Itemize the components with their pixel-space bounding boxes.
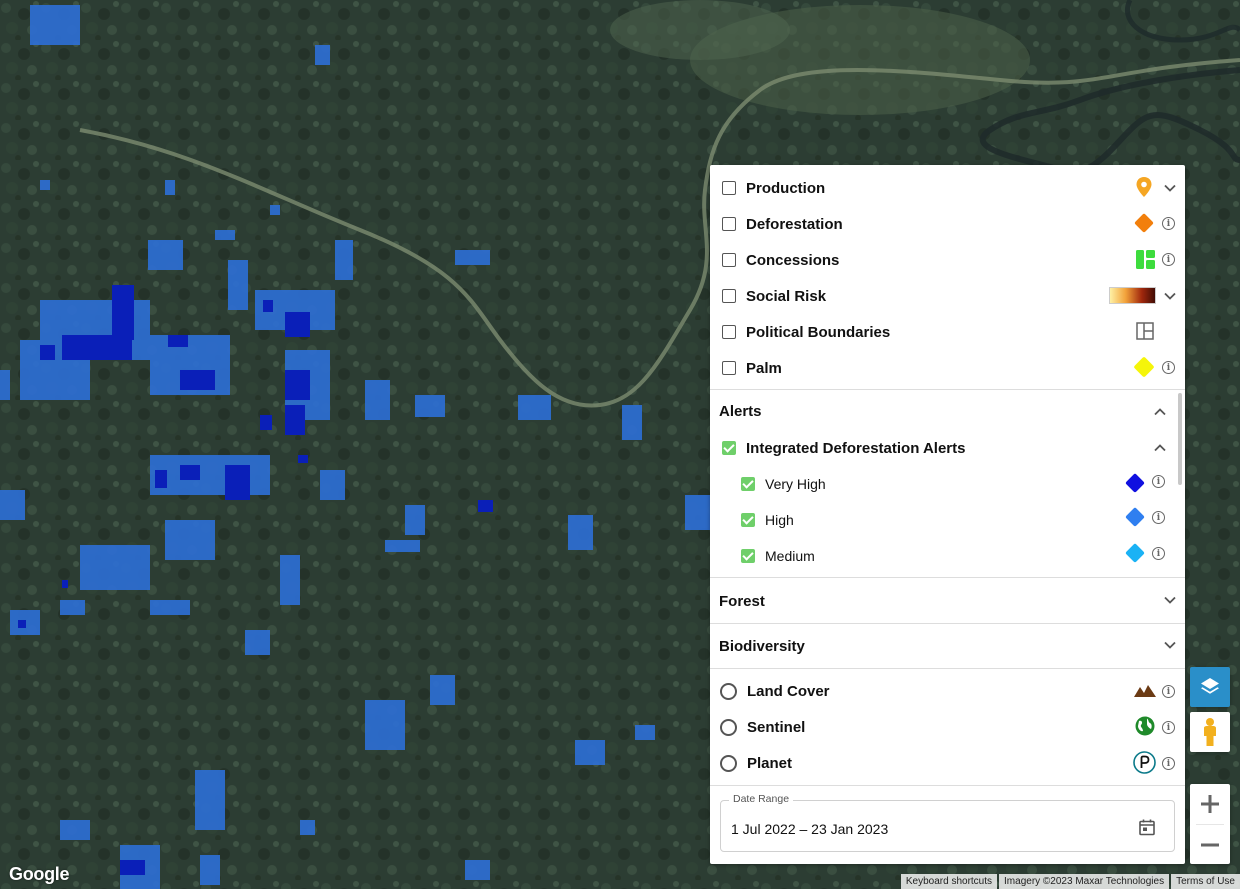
medium-label: Medium <box>765 548 815 564</box>
social-risk-checkbox[interactable] <box>722 289 736 303</box>
palm-info-icon[interactable]: i <box>1162 361 1175 374</box>
very-high-diamond-icon <box>1125 473 1145 493</box>
alert-level-very-high[interactable]: Very High <box>710 466 1185 502</box>
medium-diamond-icon <box>1125 543 1145 563</box>
layer-row-palm[interactable]: Palm <box>710 350 1185 386</box>
layers-icon <box>1201 678 1219 694</box>
zoom-in-button[interactable] <box>1190 784 1230 824</box>
google-logo: Google <box>9 864 70 884</box>
yellow-diamond-icon <box>1134 357 1154 377</box>
planet-radio[interactable] <box>720 754 737 772</box>
planet-info-icon[interactable]: i <box>1162 757 1175 770</box>
political-boundaries-checkbox[interactable] <box>722 325 736 339</box>
alert-group-integrated[interactable]: Integrated Deforestation Alerts <box>710 430 1185 466</box>
high-label: High <box>765 512 794 528</box>
planet-p-icon <box>1133 751 1156 774</box>
medium-info-icon[interactable]: i <box>1152 547 1165 560</box>
gradient-scale-icon <box>1109 287 1156 304</box>
sentinel-label: Sentinel <box>747 718 806 736</box>
production-checkbox[interactable] <box>722 181 736 195</box>
alerts-scrollbar-thumb[interactable] <box>1178 393 1182 485</box>
orange-pin-icon <box>1136 177 1152 197</box>
layer-label-palm: Palm <box>746 359 782 377</box>
layer-row-production[interactable]: Production <box>710 170 1185 206</box>
alerts-chevron-up-icon[interactable] <box>1153 405 1167 419</box>
production-chevron-down-icon[interactable] <box>1163 181 1177 195</box>
zoom-control <box>1190 784 1230 864</box>
land-cover-radio[interactable] <box>720 682 737 700</box>
layers-panel: Production Deforestation i Concessions i… <box>710 165 1185 864</box>
palm-checkbox[interactable] <box>722 361 736 375</box>
divider <box>710 389 1185 390</box>
planet-label: Planet <box>747 754 793 772</box>
deforestation-info-icon[interactable]: i <box>1162 217 1175 230</box>
date-range-label: Date Range <box>729 793 794 805</box>
alerts-title: Alerts <box>719 403 762 420</box>
basemap-row-land-cover[interactable]: Land Cover <box>710 673 1185 709</box>
green-blocks-icon <box>1136 250 1155 269</box>
biodiversity-title: Biodiversity <box>719 638 805 655</box>
minus-icon <box>1201 843 1219 847</box>
imagery-credit: Imagery ©2023 Maxar Technologies <box>999 874 1170 889</box>
map-attribution: Keyboard shortcuts Imagery ©2023 Maxar T… <box>899 874 1240 889</box>
basemap-row-planet[interactable]: Planet <box>710 745 1185 781</box>
terms-of-use-link[interactable]: Terms of Use <box>1171 874 1240 889</box>
pegman-icon <box>1204 718 1216 746</box>
land-cover-info-icon[interactable]: i <box>1162 685 1175 698</box>
biodiversity-section-header[interactable]: Biodiversity <box>710 628 1185 664</box>
sentinel-info-icon[interactable]: i <box>1162 721 1175 734</box>
mountains-icon <box>1134 685 1156 697</box>
basemap-row-sentinel[interactable]: Sentinel <box>710 709 1185 745</box>
high-checkbox[interactable] <box>741 513 755 527</box>
alert-level-medium[interactable]: Medium <box>710 538 1185 574</box>
divider <box>710 577 1185 578</box>
very-high-info-icon[interactable]: i <box>1152 475 1165 488</box>
alerts-section-header[interactable]: Alerts <box>710 393 1185 429</box>
forest-title: Forest <box>719 593 765 610</box>
deforestation-checkbox[interactable] <box>722 217 736 231</box>
alert-level-high[interactable]: High <box>710 502 1185 538</box>
sentinel-radio[interactable] <box>720 718 737 736</box>
layer-row-deforestation[interactable]: Deforestation <box>710 206 1185 242</box>
high-diamond-icon <box>1125 507 1145 527</box>
forest-section-header[interactable]: Forest <box>710 583 1185 619</box>
layer-row-concessions[interactable]: Concessions <box>710 242 1185 278</box>
layer-label-concessions: Concessions <box>746 251 840 269</box>
divider <box>710 785 1185 786</box>
layer-label-deforestation: Deforestation <box>746 215 843 233</box>
calendar-icon[interactable] <box>1138 818 1156 836</box>
layer-row-political-boundaries[interactable]: Political Boundaries <box>710 314 1185 350</box>
zoom-out-button[interactable] <box>1190 825 1230 865</box>
concessions-info-icon[interactable]: i <box>1162 253 1175 266</box>
layer-label-political-boundaries: Political Boundaries <box>746 323 891 341</box>
integrated-alerts-chevron-up-icon[interactable] <box>1153 441 1167 455</box>
very-high-checkbox[interactable] <box>741 477 755 491</box>
date-range-field[interactable]: Date Range 1 Jul 2022 – 23 Jan 2023 <box>720 793 1175 852</box>
plus-icon <box>1201 795 1219 813</box>
layer-label-production: Production <box>746 179 826 197</box>
integrated-alerts-label: Integrated Deforestation Alerts <box>746 439 966 457</box>
date-range-value[interactable]: 1 Jul 2022 – 23 Jan 2023 <box>731 821 888 837</box>
very-high-label: Very High <box>765 476 826 492</box>
high-info-icon[interactable]: i <box>1152 511 1165 524</box>
divider <box>710 668 1185 669</box>
integrated-alerts-checkbox[interactable] <box>722 441 736 455</box>
social-risk-chevron-down-icon[interactable] <box>1163 289 1177 303</box>
biodiversity-chevron-down-icon[interactable] <box>1163 638 1177 652</box>
orange-diamond-icon <box>1134 213 1154 233</box>
land-cover-label: Land Cover <box>747 682 830 700</box>
keyboard-shortcuts-link[interactable]: Keyboard shortcuts <box>900 874 998 889</box>
alerts-scrollbar[interactable] <box>1176 391 1184 577</box>
forest-chevron-down-icon[interactable] <box>1163 593 1177 607</box>
globe-icon <box>1135 716 1155 736</box>
layers-toggle-button[interactable] <box>1190 667 1230 707</box>
concessions-checkbox[interactable] <box>722 253 736 267</box>
divider <box>710 623 1185 624</box>
street-view-pegman-button[interactable] <box>1190 712 1230 752</box>
medium-checkbox[interactable] <box>741 549 755 563</box>
boundary-layout-icon <box>1136 322 1154 340</box>
